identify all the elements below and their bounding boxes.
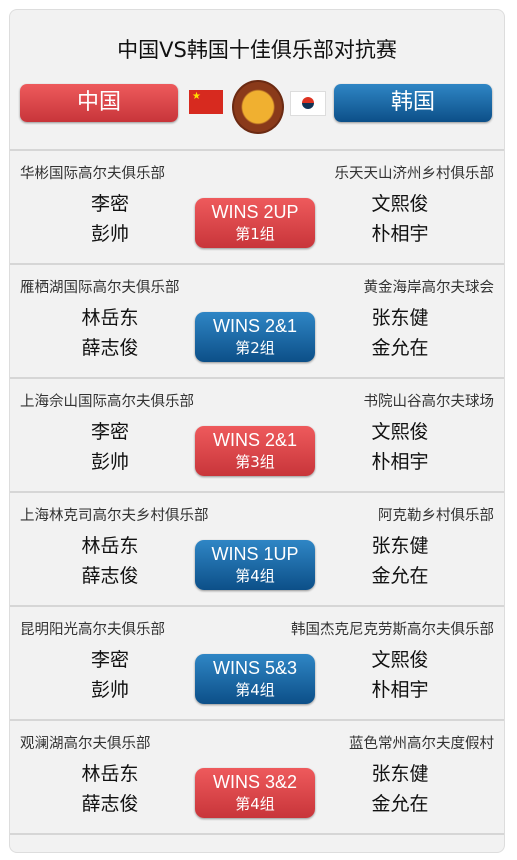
left-players: 李密 彭帅	[70, 189, 150, 249]
left-players: 林岳东 薛志俊	[70, 759, 150, 819]
match-row: 上海林克司高尔夫乡村俱乐部 阿克勒乡村俱乐部 林岳东薛志俊 WINS 1UP 第4…	[10, 493, 504, 607]
player-name: 文熙俊	[371, 193, 429, 215]
left-players: 林岳东 薛志俊	[70, 303, 150, 363]
right-club: 阿克勒乡村俱乐部	[378, 508, 494, 524]
result-badge[interactable]: WINS 2&1 第3组	[195, 426, 315, 476]
player-name: 张东健	[371, 535, 429, 557]
result-badge[interactable]: WINS 2&1 第2组	[195, 312, 315, 362]
right-club: 蓝色常州高尔夫度假村	[349, 736, 494, 752]
match-row: 观澜湖高尔夫俱乐部 蓝色常州高尔夫度假村 林岳东 薛志俊 WINS 3&2 第4组 …	[10, 721, 504, 835]
right-players: 张东健 金允在	[360, 531, 440, 591]
result-text: WINS 5&3	[212, 658, 298, 678]
left-club: 观澜湖高尔夫俱乐部	[20, 736, 151, 752]
player-name: 薛志俊	[81, 793, 139, 815]
header: 中国VS韩国十佳俱乐部对抗赛 中国 韩国	[10, 10, 504, 151]
player-name: 张东健	[371, 763, 429, 785]
player-name: 朴相宇	[371, 223, 429, 245]
left-players: 李密 彭帅	[70, 417, 150, 477]
player-name: 薛志俊	[81, 337, 139, 359]
match-row: 雁栖湖国际高尔夫俱乐部 黄金海岸高尔夫球会 林岳东薛志俊 WINS 2&1 第2组…	[10, 265, 504, 379]
result-text: WINS 2UP	[211, 202, 299, 222]
page-title: 中国VS韩国十佳俱乐部对抗赛	[117, 38, 397, 62]
player-name: 林岳东	[81, 535, 139, 557]
player-name: 文熙俊	[371, 421, 429, 443]
korea-flag-icon	[290, 91, 326, 116]
group-label: 第4组	[235, 681, 275, 699]
china-flag-icon	[189, 90, 223, 114]
championship-logo	[232, 80, 284, 134]
player-name: 张东健	[371, 307, 429, 329]
match-row: 昆明阳光高尔夫俱乐部 韩国杰克尼克劳斯高尔夫俱乐部 李密彭帅 WINS 5&3 第…	[10, 607, 504, 721]
player-name: 李密	[90, 649, 129, 671]
player-name: 金允在	[371, 793, 429, 815]
player-name: 彭帅	[90, 451, 129, 473]
player-name: 李密	[90, 193, 129, 215]
left-club: 昆明阳光高尔夫俱乐部	[20, 622, 165, 638]
player-name: 朴相宇	[371, 679, 429, 701]
player-name: 朴相宇	[371, 451, 429, 473]
player-name: 林岳东	[81, 307, 139, 329]
match-row: 华彬国际高尔夫俱乐部 乐天天山济州乡村俱乐部 李密 彭帅 WINS 2UP 第1组 …	[10, 151, 504, 265]
right-club: 乐天天山济州乡村俱乐部	[334, 166, 495, 182]
group-label: 第4组	[235, 567, 275, 585]
player-name: 彭帅	[90, 223, 129, 245]
right-players: 张东健 金允在	[360, 759, 440, 819]
right-players: 文熙俊 朴相宇	[360, 189, 440, 249]
result-badge[interactable]: WINS 2UP 第1组	[195, 198, 315, 248]
left-players: 林岳东 薛志俊	[70, 531, 150, 591]
left-club: 华彬国际高尔夫俱乐部	[20, 166, 165, 182]
result-text: WINS 2&1	[212, 316, 298, 336]
result-text: WINS 1UP	[211, 544, 299, 564]
match-row: 上海佘山国际高尔夫俱乐部 书院山谷高尔夫球场 李密 彭帅 WINS 2&1 第3组 …	[10, 379, 504, 493]
team-korea-button[interactable]: 韩国	[334, 84, 492, 122]
right-players: 张东健 金允在	[360, 303, 440, 363]
group-label: 第3组	[235, 453, 275, 471]
player-name: 文熙俊	[371, 649, 429, 671]
result-text: WINS 3&2	[212, 772, 298, 792]
result-text: WINS 2&1	[212, 430, 298, 450]
player-name: 金允在	[371, 565, 429, 587]
right-club: 韩国杰克尼克劳斯高尔夫俱乐部	[291, 622, 494, 638]
right-club: 书院山谷高尔夫球场	[363, 394, 495, 410]
right-players: 文熙俊 朴相宇	[360, 417, 440, 477]
left-club: 上海佘山国际高尔夫俱乐部	[20, 394, 194, 410]
right-club: 黄金海岸高尔夫球会	[363, 280, 495, 296]
player-name: 彭帅	[90, 679, 129, 701]
group-label: 第2组	[235, 339, 275, 357]
result-badge[interactable]: WINS 3&2 第4组	[195, 768, 315, 818]
match-card: 中国VS韩国十佳俱乐部对抗赛 中国 韩国 华彬国际高尔夫俱乐部 乐天天山济州乡村…	[9, 9, 505, 853]
result-badge[interactable]: WINS 5&3 第4组	[195, 654, 315, 704]
team-china-button[interactable]: 中国	[20, 84, 178, 122]
player-name: 薛志俊	[81, 565, 139, 587]
left-players: 李密 彭帅	[70, 645, 150, 705]
left-club: 雁栖湖国际高尔夫俱乐部	[20, 280, 180, 296]
group-label: 第4组	[235, 795, 275, 813]
result-badge[interactable]: WINS 1UP 第4组	[195, 540, 315, 590]
player-name: 李密	[90, 421, 129, 443]
player-name: 林岳东	[81, 763, 139, 785]
group-label: 第1组	[235, 225, 275, 243]
right-players: 文熙俊 朴相宇	[360, 645, 440, 705]
player-name: 金允在	[371, 337, 429, 359]
left-club: 上海林克司高尔夫乡村俱乐部	[20, 508, 209, 524]
